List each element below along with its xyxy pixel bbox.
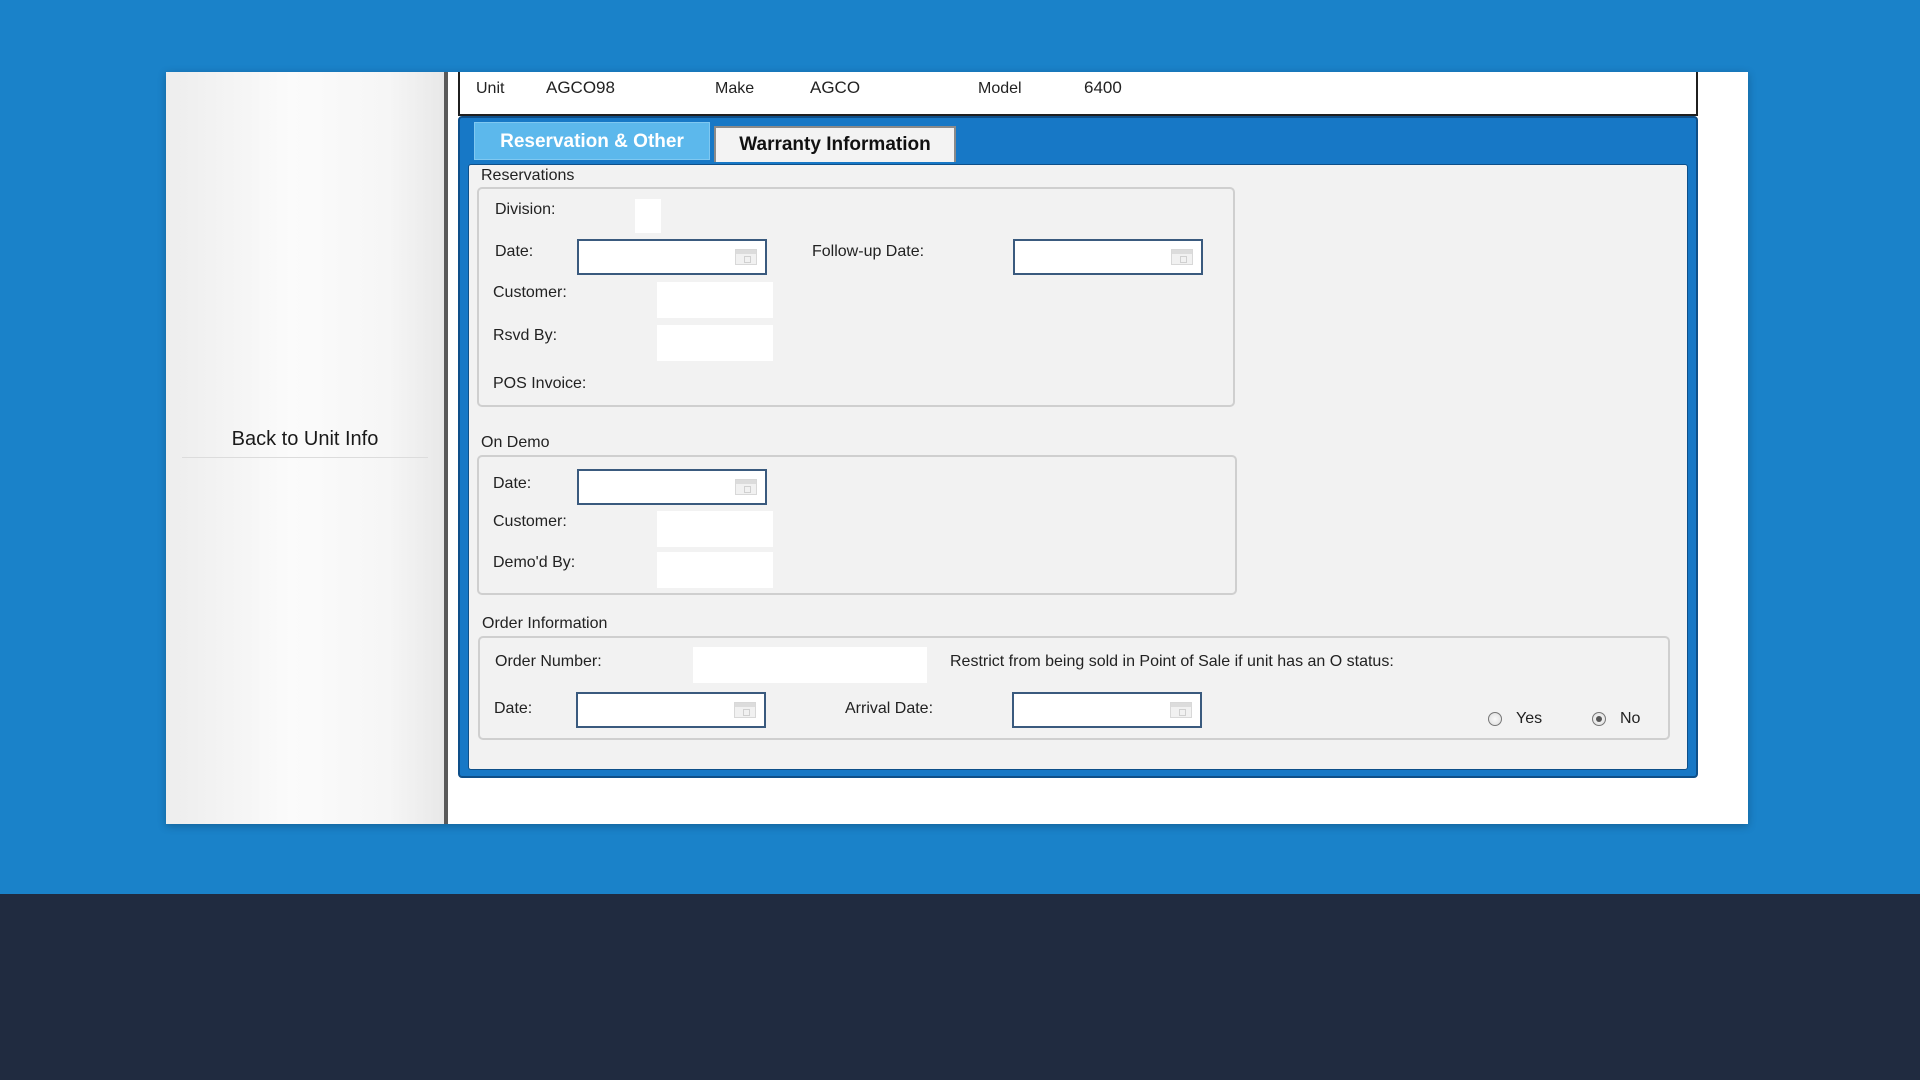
order-number-label: Order Number: [495,653,602,670]
on-demo-title: On Demo [481,434,550,451]
radio-checked-icon[interactable] [1592,712,1606,726]
calendar-icon[interactable] [735,479,757,495]
calendar-icon[interactable] [734,702,756,718]
reservation-date-field[interactable] [577,239,767,275]
restrict-yes-label: Yes [1516,710,1543,727]
followup-date-input[interactable] [1017,242,1171,272]
unit-value: AGCO98 [546,78,615,97]
reservations-group: Division: Date: Follow-up Date: Customer… [477,187,1235,407]
unit-window: Back to Unit Info Unit AGCO98 Make AGCO … [166,72,1748,824]
arrival-date-input[interactable] [1016,695,1170,725]
division-label: Division: [495,201,556,218]
demod-by-label: Demo'd By: [493,554,576,571]
demo-date-input[interactable] [581,472,735,502]
order-number-field[interactable] [693,647,927,683]
demo-customer-field[interactable] [657,511,773,547]
order-date-label: Date: [494,700,533,717]
restrict-label: Restrict from being sold in Point of Sal… [950,653,1394,670]
restrict-no-label: No [1620,710,1641,727]
calendar-icon[interactable] [1170,702,1192,718]
radio-unchecked-icon[interactable] [1488,712,1502,726]
reservation-customer-field[interactable] [657,282,773,318]
demo-date-field[interactable] [577,469,767,505]
followup-date-field[interactable] [1013,239,1203,275]
rsvd-by-label: Rsvd By: [493,327,558,344]
order-information-group: Order Number: Restrict from being sold i… [478,636,1670,740]
tab-content: Reservations Division: Date: Follow-up D… [468,164,1688,770]
reservation-date-label: Date: [495,243,534,260]
order-date-input[interactable] [580,695,734,725]
unit-header: Unit AGCO98 Make AGCO Model 6400 [458,72,1698,116]
unit-label: Unit [476,80,505,97]
order-date-field[interactable] [576,692,766,728]
arrival-date-field[interactable] [1012,692,1202,728]
pos-invoice-label: POS Invoice: [493,375,587,392]
reservations-title: Reservations [481,167,575,184]
make-label: Make [715,80,755,97]
tab-reservation-other[interactable]: Reservation & Other [474,122,710,160]
arrival-date-label: Arrival Date: [845,700,934,717]
bottom-band [0,894,1920,1080]
calendar-icon[interactable] [1171,249,1193,265]
demod-by-field[interactable] [657,552,773,588]
tab-panel: Reservation & Other Warranty Information… [458,116,1698,778]
demo-customer-label: Customer: [493,513,567,530]
on-demo-group: Date: Customer: Demo'd By: [477,455,1237,595]
order-information-title: Order Information [482,615,608,632]
model-label: Model [978,80,1022,97]
reservation-date-input[interactable] [581,242,735,272]
reservation-customer-label: Customer: [493,284,567,301]
model-value: 6400 [1084,78,1122,97]
sidebar-divider [444,72,448,824]
followup-date-label: Follow-up Date: [812,243,925,260]
restrict-no-radio[interactable]: No [1592,710,1640,728]
rsvd-by-field[interactable] [657,325,773,361]
tab-warranty-information[interactable]: Warranty Information [714,126,956,162]
restrict-yes-radio[interactable]: Yes [1488,710,1542,728]
demo-date-label: Date: [493,475,532,492]
make-value: AGCO [810,78,861,97]
division-field[interactable] [635,199,661,233]
calendar-icon[interactable] [735,249,757,265]
sidebar: Back to Unit Info [166,72,444,824]
back-to-unit-info-link[interactable]: Back to Unit Info [182,428,428,458]
